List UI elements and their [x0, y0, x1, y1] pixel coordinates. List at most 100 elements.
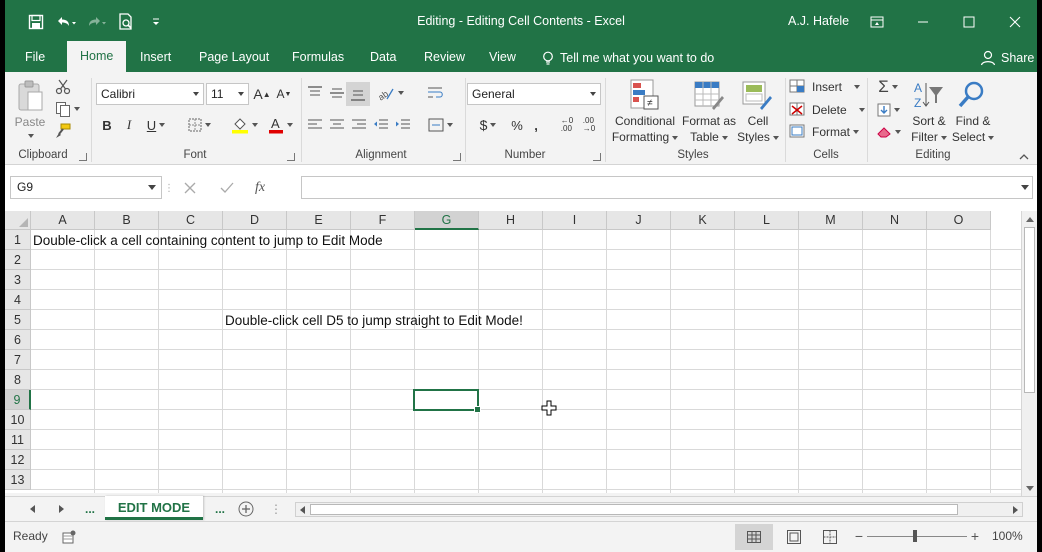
- column-header[interactable]: L: [735, 211, 799, 230]
- selected-cell-g9[interactable]: [413, 389, 481, 413]
- column-header[interactable]: B: [95, 211, 159, 230]
- tab-review[interactable]: Review: [420, 44, 469, 72]
- accounting-format-icon[interactable]: $: [471, 114, 505, 136]
- zoom-out-icon[interactable]: −: [853, 528, 865, 544]
- row-header[interactable]: 8: [5, 370, 31, 390]
- row-header[interactable]: 13: [5, 470, 31, 490]
- prev-sheet-icon[interactable]: [25, 501, 39, 517]
- row-header[interactable]: 5: [5, 310, 31, 330]
- font-color-icon[interactable]: A: [263, 114, 297, 136]
- tab-home[interactable]: Home: [67, 41, 127, 72]
- cut-icon[interactable]: [53, 78, 73, 96]
- format-painter-icon[interactable]: [53, 122, 73, 140]
- tab-formulas[interactable]: Formulas: [288, 44, 348, 72]
- delete-cells-button[interactable]: Delete: [789, 100, 865, 120]
- autosum-icon[interactable]: Σ: [873, 77, 903, 97]
- bold-icon[interactable]: B: [97, 114, 117, 136]
- column-header[interactable]: F: [351, 211, 415, 230]
- tab-insert[interactable]: Insert: [136, 44, 175, 72]
- tab-data[interactable]: Data: [366, 44, 400, 72]
- macro-record-icon[interactable]: [61, 529, 77, 545]
- clear-icon[interactable]: [873, 122, 903, 142]
- align-center-icon[interactable]: [327, 114, 347, 136]
- ribbon-display-options-icon[interactable]: [854, 0, 900, 44]
- sort-filter-icon[interactable]: AZ: [911, 78, 945, 112]
- cancel-entry-icon[interactable]: [171, 176, 209, 199]
- row-header[interactable]: 4: [5, 290, 31, 310]
- format-cells-button[interactable]: Format: [789, 122, 865, 142]
- fill-icon[interactable]: [873, 100, 903, 120]
- paste-dropdown-icon[interactable]: [19, 130, 39, 142]
- align-left-icon[interactable]: [305, 114, 325, 136]
- tab-page-layout[interactable]: Page Layout: [195, 44, 273, 72]
- row-header[interactable]: 11: [5, 430, 31, 450]
- column-header[interactable]: G: [415, 211, 479, 230]
- scroll-left-icon[interactable]: [297, 504, 308, 515]
- row-header[interactable]: 7: [5, 350, 31, 370]
- insert-function-icon[interactable]: fx: [245, 176, 275, 199]
- insert-cells-button[interactable]: Insert: [789, 77, 865, 97]
- zoom-slider-track[interactable]: [867, 536, 967, 537]
- select-all-button[interactable]: [5, 211, 31, 230]
- collapse-ribbon-icon[interactable]: [1017, 150, 1031, 162]
- font-name-select[interactable]: Calibri: [96, 83, 204, 105]
- confirm-entry-icon[interactable]: [209, 176, 245, 199]
- column-header[interactable]: K: [671, 211, 735, 230]
- minimize-icon[interactable]: [900, 0, 946, 44]
- middle-align-icon[interactable]: [327, 83, 347, 103]
- column-header[interactable]: C: [159, 211, 223, 230]
- more-sheets-right[interactable]: ...: [209, 500, 231, 518]
- top-align-icon[interactable]: [305, 83, 325, 103]
- decrease-font-icon[interactable]: A ▼: [275, 83, 293, 105]
- number-format-select[interactable]: General: [467, 83, 601, 105]
- cell-a1[interactable]: Double-click a cell containing content t…: [33, 231, 383, 251]
- fill-color-icon[interactable]: [227, 114, 261, 136]
- column-header[interactable]: E: [287, 211, 351, 230]
- merge-center-icon[interactable]: [423, 114, 457, 136]
- italic-icon[interactable]: I: [119, 114, 139, 136]
- row-header[interactable]: 3: [5, 270, 31, 290]
- wrap-text-icon[interactable]: [425, 83, 445, 103]
- font-size-select[interactable]: 11: [206, 83, 249, 105]
- conditional-formatting-button[interactable]: Conditional Formatting: [607, 113, 683, 145]
- horizontal-scroll-thumb[interactable]: [310, 504, 958, 515]
- worksheet-grid[interactable]: ABCDEFGHIJKLMNO 1 2 3 4 5 6 7 8 9 10 11 12 13 Double…: [5, 211, 1021, 493]
- column-header[interactable]: A: [31, 211, 95, 230]
- clipboard-launcher-icon[interactable]: [79, 153, 87, 161]
- new-sheet-icon[interactable]: [237, 500, 255, 518]
- tab-file[interactable]: File: [21, 44, 49, 72]
- scroll-right-icon[interactable]: [1010, 504, 1021, 515]
- column-header[interactable]: N: [863, 211, 927, 230]
- format-as-table-button[interactable]: Format as Table: [681, 113, 737, 145]
- column-header[interactable]: O: [927, 211, 991, 230]
- close-icon[interactable]: [992, 0, 1037, 44]
- formula-input[interactable]: [301, 176, 1033, 199]
- comma-style-icon[interactable]: ,: [529, 114, 543, 136]
- paste-label[interactable]: Paste: [12, 114, 48, 130]
- cell-d5[interactable]: Double-click cell D5 to jump straight to…: [225, 311, 523, 331]
- next-sheet-icon[interactable]: [55, 501, 69, 517]
- cell-styles-icon[interactable]: [741, 78, 773, 112]
- maximize-icon[interactable]: [946, 0, 992, 44]
- paste-icon[interactable]: [15, 78, 45, 114]
- row-header[interactable]: 6: [5, 330, 31, 350]
- conditional-formatting-icon[interactable]: ≠: [629, 78, 661, 112]
- vertical-scrollbar[interactable]: [1021, 211, 1037, 496]
- cells-area[interactable]: Double-click a cell containing content t…: [31, 230, 1021, 493]
- row-header[interactable]: 1: [5, 230, 31, 250]
- column-header[interactable]: I: [543, 211, 607, 230]
- zoom-in-icon[interactable]: +: [969, 528, 981, 544]
- increase-decimal-icon[interactable]: ←0.00: [557, 114, 577, 136]
- row-header[interactable]: 12: [5, 450, 31, 470]
- normal-view-icon[interactable]: [735, 524, 773, 550]
- cell-styles-button[interactable]: Cell Styles: [735, 113, 781, 145]
- find-select-button[interactable]: Find & Select: [951, 113, 995, 145]
- column-header[interactable]: M: [799, 211, 863, 230]
- user-name[interactable]: A.J. Hafele: [788, 14, 849, 28]
- scroll-up-icon[interactable]: [1024, 213, 1036, 225]
- vertical-scroll-thumb[interactable]: [1024, 227, 1035, 393]
- percent-style-icon[interactable]: %: [507, 114, 527, 136]
- page-layout-view-icon[interactable]: [781, 524, 807, 550]
- borders-icon[interactable]: [183, 114, 215, 136]
- copy-icon[interactable]: [53, 100, 81, 118]
